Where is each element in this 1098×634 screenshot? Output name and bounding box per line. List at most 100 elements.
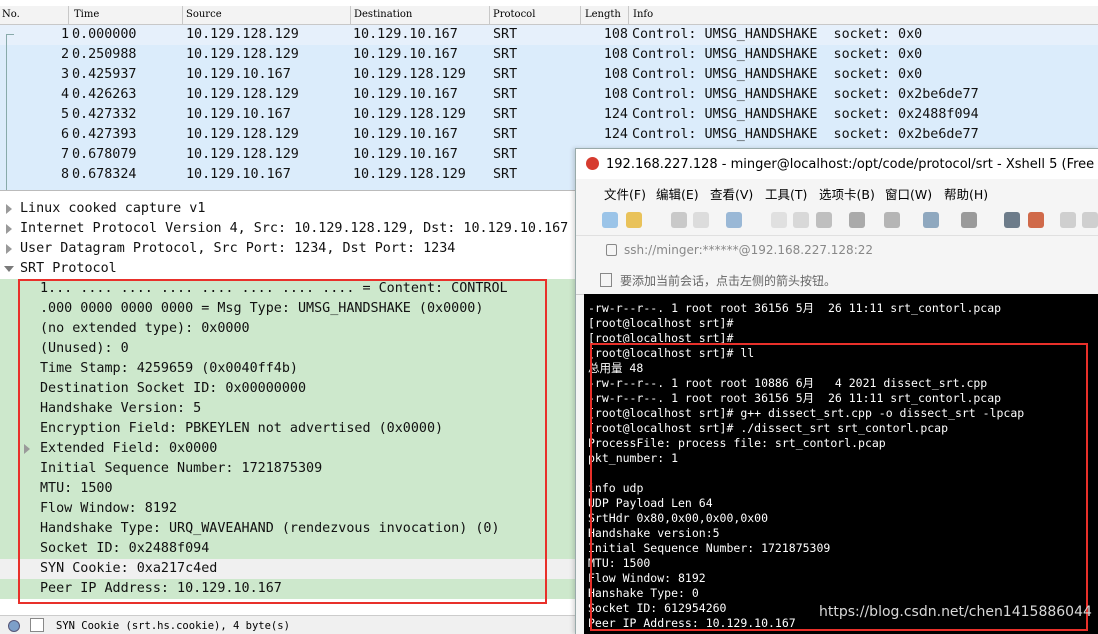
terminal-line: 总用量 48 [588, 361, 644, 375]
field-text: Handshake Version: 5 [40, 401, 202, 416]
table-row[interactable]: 3 0.425937 10.129.10.167 10.129.128.129 SRT 1… [0, 65, 1098, 85]
srt-field[interactable]: Handshake Type: URQ_WAVEAHAND (rendezvou… [0, 519, 578, 539]
menu-tabs[interactable]: 选项卡(B) [819, 184, 875, 203]
cell-src: 10.129.128.129 [186, 127, 299, 142]
find-icon[interactable] [816, 212, 832, 228]
terminal-line: Flow Window: 8192 [588, 571, 706, 585]
srt-field[interactable]: Handshake Version: 5 [0, 399, 578, 419]
menu-view[interactable]: 查看(V) [710, 184, 753, 203]
font-icon[interactable] [961, 212, 977, 228]
menu-file[interactable]: 文件(F) [604, 184, 646, 203]
field-text: Peer IP Address: 10.129.10.167 [40, 581, 282, 596]
edit-comment-icon[interactable] [30, 618, 44, 632]
cell-src: 10.129.128.129 [186, 47, 299, 62]
lock-screen-icon[interactable] [1082, 212, 1098, 228]
cell-dst: 10.129.128.129 [353, 167, 466, 182]
reconnect-icon[interactable] [671, 212, 687, 228]
paste-icon[interactable] [793, 212, 809, 228]
xftp-icon[interactable] [1028, 212, 1044, 228]
status-text: SYN Cookie (srt.hs.cookie), 4 byte(s) [56, 620, 290, 632]
bookmark-icon[interactable] [600, 273, 612, 287]
globe-icon[interactable] [923, 212, 939, 228]
col-length[interactable]: Length [585, 9, 621, 20]
cell-no: 4 [60, 87, 69, 102]
tree-layer-linux-cooked[interactable]: Linux cooked capture v1 [0, 199, 578, 219]
col-info[interactable]: Info [633, 9, 653, 20]
col-source[interactable]: Source [186, 9, 222, 20]
watermark-text: https://blog.csdn.net/chen1415886044 [819, 604, 1092, 620]
terminal-line: Initial Sequence Number: 1721875309 [588, 541, 831, 555]
open-folder-icon[interactable] [626, 212, 642, 228]
srt-field[interactable]: Encryption Field: PBKEYLEN not advertise… [0, 419, 578, 439]
srt-field[interactable]: (no extended type): 0x0000 [0, 319, 578, 339]
table-row[interactable]: 2 0.250988 10.129.128.129 10.129.10.167 SRT 1… [0, 45, 1098, 65]
tree-layer-ipv4[interactable]: Internet Protocol Version 4, Src: 10.129… [0, 219, 578, 239]
cell-no: 6 [60, 127, 69, 142]
tree-layer-srt[interactable]: SRT Protocol [0, 259, 578, 279]
terminal-line: info udp [588, 481, 644, 495]
srt-field[interactable]: Destination Socket ID: 0x00000000 [0, 379, 578, 399]
menu-edit[interactable]: 编辑(E) [656, 184, 699, 203]
cell-no: 1 [60, 27, 69, 42]
lock-icon [606, 244, 617, 256]
transfer-icon[interactable] [884, 212, 900, 228]
new-session-icon[interactable] [602, 212, 618, 228]
table-row[interactable]: 4 0.426263 10.129.128.129 10.129.10.167 SRT 1… [0, 85, 1098, 105]
srt-field[interactable]: SYN Cookie: 0xa217c4ed [0, 559, 578, 579]
menu-help[interactable]: 帮助(H) [944, 184, 988, 203]
address-bar[interactable]: ssh://minger:******@192.168.227.128:22 [576, 236, 1098, 265]
cell-len: 108 [603, 27, 628, 42]
table-row[interactable]: 1 0.000000 10.129.128.129 10.129.10.167 SRT 1… [0, 25, 1098, 45]
cell-src: 10.129.10.167 [186, 107, 291, 122]
expand-arrow-icon[interactable] [6, 204, 12, 214]
srt-field[interactable]: .000 0000 0000 0000 = Msg Type: UMSG_HAN… [0, 299, 578, 319]
field-text: Time Stamp: 4259659 (0x0040ff4b) [40, 361, 298, 376]
expand-arrow-icon[interactable] [6, 224, 12, 234]
cell-time: 0.427332 [72, 107, 137, 122]
table-row[interactable]: 6 0.427393 10.129.128.129 10.129.10.167 SRT 1… [0, 125, 1098, 145]
terminal[interactable]: -rw-r--r--. 1 root root 36156 5月 26 11:1… [584, 294, 1098, 634]
cell-len: 108 [603, 47, 628, 62]
field-text: Socket ID: 0x2488f094 [40, 541, 210, 556]
cell-proto: SRT [493, 167, 518, 182]
srt-field[interactable]: 1... .... .... .... .... .... .... .... … [0, 279, 578, 299]
fullscreen-icon[interactable] [1060, 212, 1076, 228]
cell-time: 0.000000 [72, 27, 137, 42]
srt-field[interactable]: Initial Sequence Number: 1721875309 [0, 459, 578, 479]
menu-tools[interactable]: 工具(T) [765, 184, 807, 203]
expand-arrow-icon[interactable] [24, 444, 30, 454]
field-text: (Unused): 0 [40, 341, 129, 356]
properties-icon[interactable] [726, 212, 742, 228]
cell-proto: SRT [493, 47, 518, 62]
srt-field[interactable]: Extended Field: 0x0000 [0, 439, 578, 459]
cell-info: Control: UMSG_HANDSHAKE socket: 0x0 [632, 27, 923, 42]
collapse-arrow-icon[interactable] [4, 266, 14, 272]
script-icon[interactable] [1004, 212, 1020, 228]
cell-dst: 10.129.10.167 [353, 127, 458, 142]
menu-window[interactable]: 窗口(W) [885, 184, 932, 203]
column-header: No. Time Source Destination Protocol Len… [0, 6, 1098, 25]
srt-field[interactable]: Flow Window: 8192 [0, 499, 578, 519]
expert-info-icon[interactable] [8, 620, 20, 632]
col-destination[interactable]: Destination [354, 9, 412, 20]
disconnect-icon[interactable] [693, 212, 709, 228]
srt-field[interactable]: (Unused): 0 [0, 339, 578, 359]
cell-info: Control: UMSG_HANDSHAKE socket: 0x0 [632, 67, 923, 82]
field-text: Encryption Field: PBKEYLEN not advertise… [40, 421, 444, 436]
table-row[interactable]: 5 0.427332 10.129.10.167 10.129.128.129 SRT 1… [0, 105, 1098, 125]
col-no[interactable]: No. [2, 9, 20, 20]
xshell-titlebar[interactable]: 192.168.227.128 - minger@localhost:/opt/… [576, 149, 1098, 179]
expand-arrow-icon[interactable] [6, 244, 12, 254]
tree-layer-udp[interactable]: User Datagram Protocol, Src Port: 1234, … [0, 239, 578, 259]
srt-field[interactable]: MTU: 1500 [0, 479, 578, 499]
cell-dst: 10.129.10.167 [353, 87, 458, 102]
print-icon[interactable] [849, 212, 865, 228]
srt-field[interactable]: Peer IP Address: 10.129.10.167 [0, 579, 578, 599]
col-time[interactable]: Time [74, 9, 99, 20]
xshell-logo-icon [586, 157, 599, 170]
col-protocol[interactable]: Protocol [493, 9, 535, 20]
copy-icon[interactable] [771, 212, 787, 228]
srt-field[interactable]: Time Stamp: 4259659 (0x0040ff4b) [0, 359, 578, 379]
srt-field[interactable]: Socket ID: 0x2488f094 [0, 539, 578, 559]
cell-time: 0.426263 [72, 87, 137, 102]
